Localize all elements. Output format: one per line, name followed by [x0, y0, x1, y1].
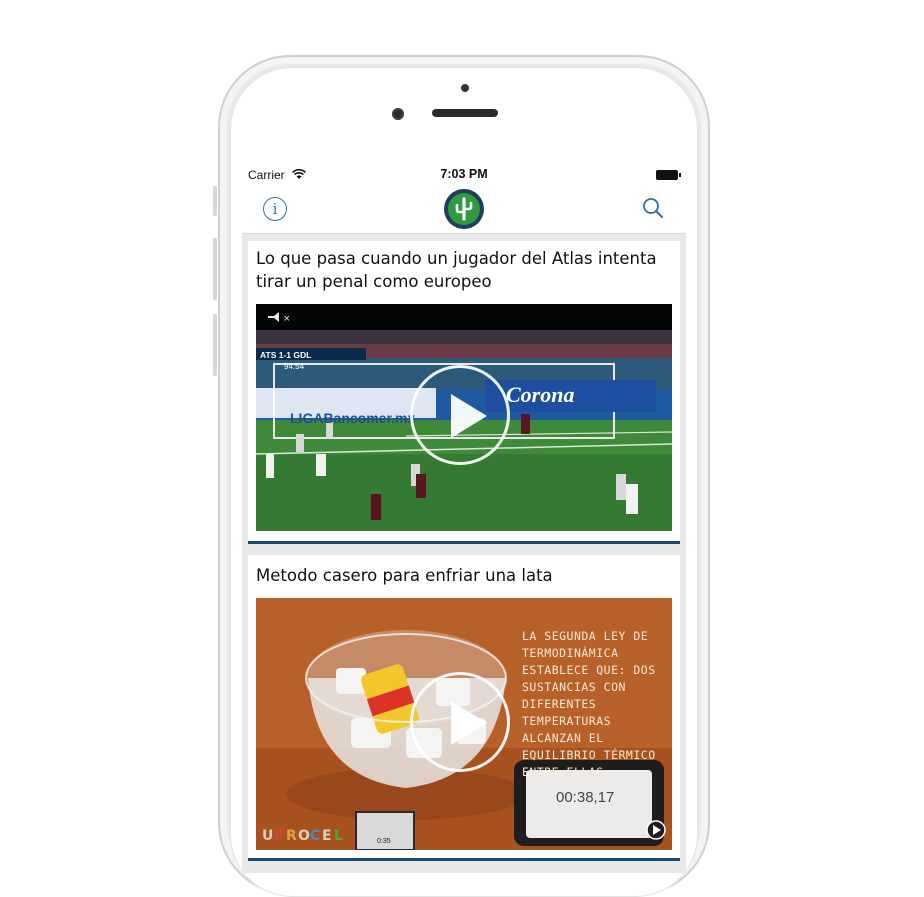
svg-text:P: P	[274, 828, 284, 844]
feed-card[interactable]: Lo que pasa cuando un jugador del Atlas …	[248, 241, 680, 544]
feed-card[interactable]: Metodo casero para enfriar una lata U P …	[248, 555, 680, 861]
battery-icon	[656, 170, 681, 180]
front-camera	[392, 108, 404, 120]
cactus-icon	[455, 197, 473, 221]
status-time: 7:03 PM	[440, 167, 488, 181]
svg-text:O: O	[298, 828, 310, 844]
volume-up-button	[213, 238, 217, 300]
card-title[interactable]: Metodo casero para enfriar una lata	[256, 564, 672, 587]
thumbnail-caption: La segunda ley de termodinámica establec…	[522, 629, 656, 779]
match-clock: 94:54	[284, 362, 305, 371]
svg-text:E: E	[322, 828, 332, 844]
app-screen: Carrier 7:03 PM i Lo que pasa cuando un …	[242, 163, 686, 873]
svg-text:U: U	[262, 828, 273, 844]
svg-text:L: L	[334, 828, 343, 844]
svg-text:R: R	[286, 828, 297, 844]
svg-text:C: C	[310, 828, 320, 844]
stopwatch-readout: 00:38,17	[556, 789, 615, 806]
search-icon	[643, 198, 663, 218]
play-button[interactable]	[410, 365, 510, 465]
volume-down-button	[213, 314, 217, 376]
mute-switch	[213, 186, 217, 216]
earpiece-speaker	[432, 109, 498, 117]
status-bar: Carrier 7:03 PM	[242, 163, 686, 187]
info-icon: i	[272, 200, 278, 218]
app-logo	[444, 189, 484, 229]
ad-board-brand: Corona	[506, 382, 575, 407]
play-button[interactable]	[410, 672, 510, 772]
card-title[interactable]: Lo que pasa cuando un jugador del Atlas …	[256, 247, 672, 293]
video-thumbnail[interactable]: × ATS 1-1 GDL 94:54 LIGABancomer.mx Coro…	[256, 304, 672, 531]
search-button[interactable]	[642, 197, 664, 224]
info-button[interactable]: i	[263, 197, 287, 221]
preview-time: 0:35	[377, 838, 391, 845]
proximity-sensor	[461, 84, 469, 92]
ad-board-text: LIGABancomer.mx	[290, 410, 416, 426]
nav-bar: i	[242, 187, 686, 234]
video-thumbnail[interactable]: U P R O C E L La segunda ley de termodin…	[256, 598, 672, 850]
svg-text:×: ×	[283, 314, 291, 324]
score-overlay: ATS 1-1 GDL	[260, 350, 312, 360]
